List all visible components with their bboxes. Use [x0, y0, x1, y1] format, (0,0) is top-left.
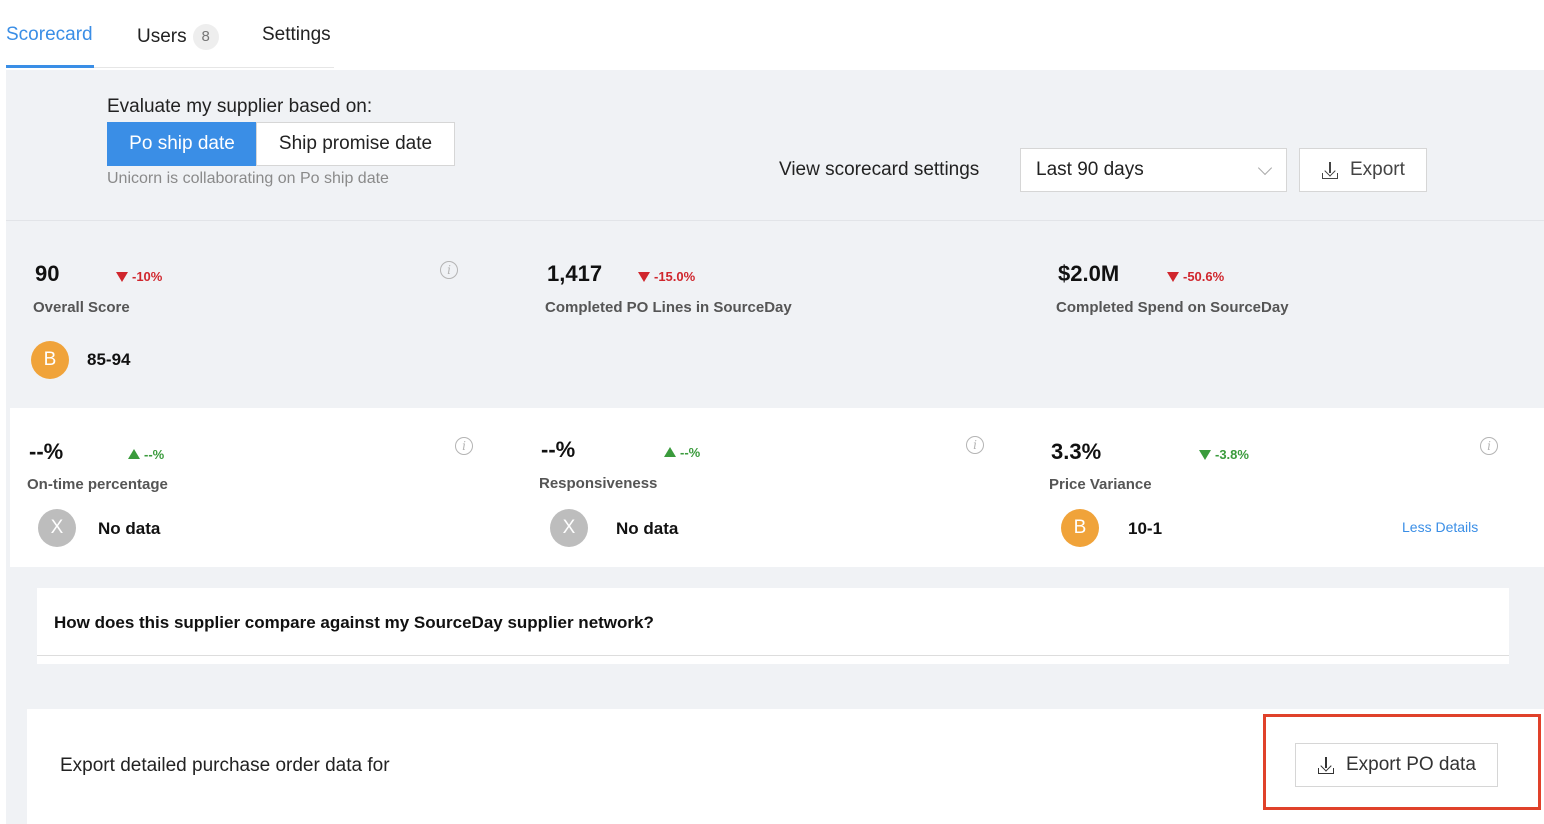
responsiveness-range: No data: [616, 519, 679, 538]
down-arrow-icon: [638, 272, 650, 282]
spend-label: Completed Spend on SourceDay: [1056, 299, 1289, 316]
on-time-delta-value: --%: [144, 447, 165, 462]
info-icon[interactable]: i: [1480, 437, 1498, 455]
info-icon[interactable]: i: [440, 261, 458, 279]
price-variance-delta-value: -3.8%: [1215, 447, 1249, 462]
overall-score-delta: -10%: [116, 269, 162, 284]
spend-value: $2.0M: [1058, 261, 1120, 286]
export-button[interactable]: Export: [1299, 148, 1427, 192]
export-button-label: Export: [1350, 159, 1405, 180]
tab-scorecard[interactable]: Scorecard: [6, 24, 93, 46]
overall-score-value: 90: [35, 261, 60, 286]
po-lines-delta: -15.0%: [638, 269, 695, 284]
on-time-value: --%: [29, 439, 64, 464]
export-po-description: Export detailed purchase order data for: [60, 755, 390, 776]
info-icon[interactable]: i: [966, 436, 984, 454]
users-count-badge: 8: [192, 24, 219, 50]
down-arrow-icon: [1199, 450, 1211, 460]
responsiveness-value: --%: [541, 437, 576, 462]
ship-promise-date-option[interactable]: Ship promise date: [256, 122, 455, 166]
on-time-delta: --%: [128, 447, 164, 462]
chevron-down-icon: [1257, 160, 1273, 176]
on-time-label: On-time percentage: [27, 476, 168, 493]
score-range: 85-94: [87, 350, 131, 369]
evaluate-label: Evaluate my supplier based on:: [107, 96, 373, 117]
no-data-badge: X: [38, 509, 76, 547]
date-range-select[interactable]: Last 90 days: [1020, 148, 1287, 192]
info-icon[interactable]: i: [455, 437, 473, 455]
less-details-link[interactable]: Less Details: [1402, 519, 1478, 535]
price-variance-range: 10-1: [1128, 519, 1163, 538]
active-tab-indicator: [6, 65, 94, 68]
overall-score-delta-value: -10%: [132, 269, 163, 284]
responsiveness-delta: --%: [664, 445, 700, 460]
highlight-annotation: [1263, 714, 1541, 810]
tab-bar: Scorecard Users 8 Settings: [0, 0, 1544, 70]
date-range-value: Last 90 days: [1036, 159, 1144, 180]
down-arrow-icon: [116, 272, 128, 282]
compare-card-footer: [37, 656, 1509, 664]
download-icon: [1321, 161, 1339, 179]
tab-settings[interactable]: Settings: [262, 24, 331, 46]
grade-badge: B: [31, 341, 69, 379]
overall-score-label: Overall Score: [33, 299, 130, 316]
responsiveness-delta-value: --%: [680, 445, 701, 460]
po-ship-date-option[interactable]: Po ship date: [107, 122, 257, 166]
collaboration-note: Unicorn is collaborating on Po ship date: [107, 170, 389, 187]
on-time-range: No data: [98, 519, 161, 538]
section-divider: [6, 220, 1544, 221]
tab-users[interactable]: Users 8: [137, 24, 219, 50]
spend-delta-value: -50.6%: [1183, 269, 1225, 284]
tab-users-label: Users: [137, 26, 187, 48]
up-arrow-icon: [128, 449, 140, 459]
metrics-panel: [10, 408, 1544, 567]
supplier-network-compare-card[interactable]: How does this supplier compare against m…: [37, 588, 1509, 656]
view-scorecard-settings-link[interactable]: View scorecard settings: [779, 159, 979, 181]
price-variance-delta: -3.8%: [1199, 447, 1249, 462]
po-lines-delta-value: -15.0%: [654, 269, 696, 284]
spend-delta: -50.6%: [1167, 269, 1224, 284]
price-variance-label: Price Variance: [1049, 476, 1152, 493]
no-data-badge: X: [550, 509, 588, 547]
po-lines-value: 1,417: [547, 261, 603, 286]
compare-question: How does this supplier compare against m…: [54, 613, 654, 632]
po-lines-label: Completed PO Lines in SourceDay: [545, 299, 792, 316]
up-arrow-icon: [664, 447, 676, 457]
responsiveness-label: Responsiveness: [539, 475, 658, 492]
down-arrow-icon: [1167, 272, 1179, 282]
price-variance-value: 3.3%: [1051, 439, 1102, 464]
grade-badge: B: [1061, 509, 1099, 547]
